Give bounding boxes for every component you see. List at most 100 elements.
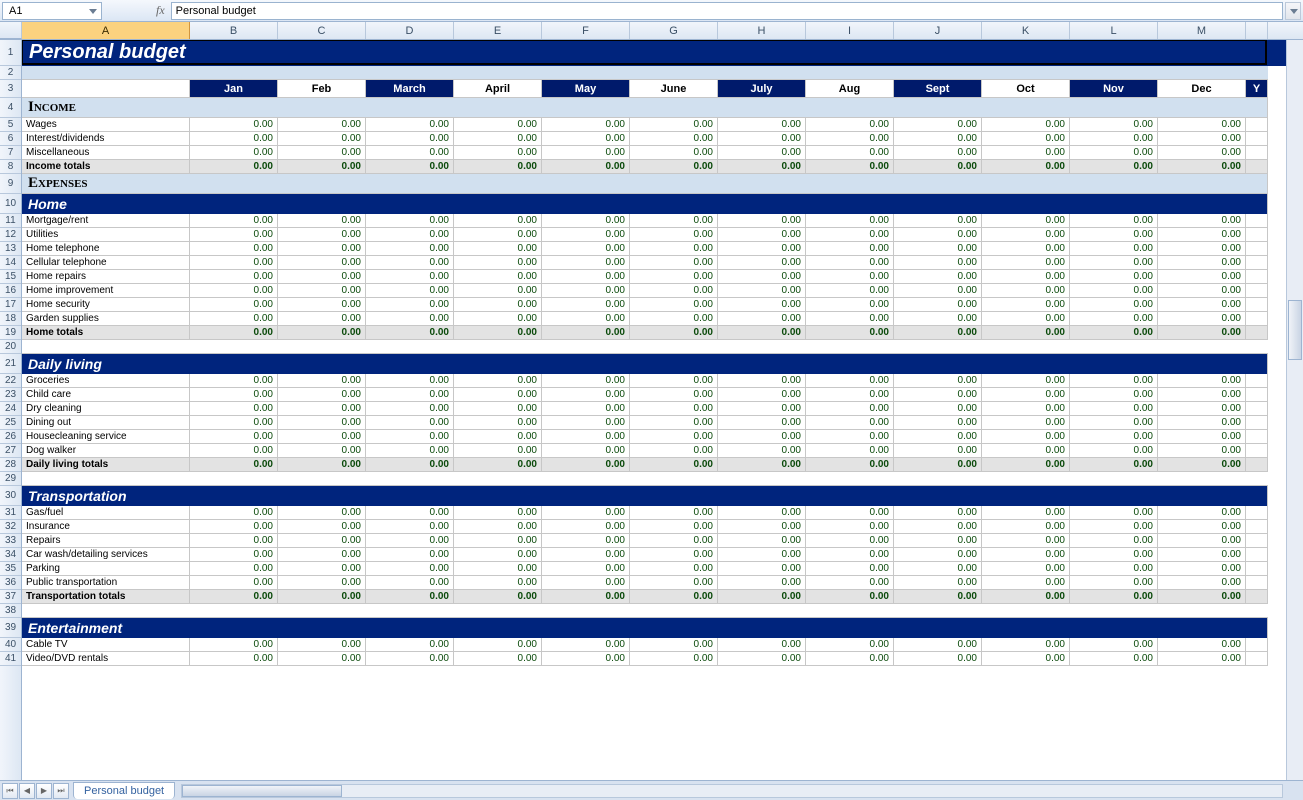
cell[interactable]: 0.00 bbox=[542, 374, 630, 388]
cell[interactable]: 0.00 bbox=[718, 458, 806, 472]
row-header-25[interactable]: 25 bbox=[0, 416, 21, 430]
cell[interactable]: 0.00 bbox=[1158, 146, 1246, 160]
cell[interactable] bbox=[1246, 638, 1268, 652]
cell[interactable]: 0.00 bbox=[894, 228, 982, 242]
cell[interactable]: 0.00 bbox=[454, 326, 542, 340]
cell[interactable]: 0.00 bbox=[982, 576, 1070, 590]
cell[interactable]: 0.00 bbox=[190, 374, 278, 388]
cell[interactable]: 0.00 bbox=[1158, 242, 1246, 256]
cell[interactable] bbox=[1246, 270, 1268, 284]
cell[interactable]: 0.00 bbox=[982, 590, 1070, 604]
row-header-9[interactable]: 9 bbox=[0, 174, 21, 194]
row-header-4[interactable]: 4 bbox=[0, 98, 21, 118]
cell[interactable]: 0.00 bbox=[1070, 132, 1158, 146]
cell[interactable]: 0.00 bbox=[278, 374, 366, 388]
cell[interactable]: 0.00 bbox=[542, 534, 630, 548]
cell[interactable]: 0.00 bbox=[542, 160, 630, 174]
cell[interactable]: 0.00 bbox=[278, 520, 366, 534]
cell[interactable]: 0.00 bbox=[806, 590, 894, 604]
cell[interactable]: 0.00 bbox=[454, 534, 542, 548]
cell[interactable]: 0.00 bbox=[718, 160, 806, 174]
cell[interactable]: 0.00 bbox=[454, 430, 542, 444]
cell[interactable]: 0.00 bbox=[1070, 506, 1158, 520]
cell[interactable]: 0.00 bbox=[806, 228, 894, 242]
column-header-I[interactable]: I bbox=[806, 22, 894, 39]
row-header-33[interactable]: 33 bbox=[0, 534, 21, 548]
sheet-area[interactable]: Personal budgetJanFebMarchAprilMayJuneJu… bbox=[22, 40, 1303, 780]
cell[interactable]: 0.00 bbox=[454, 652, 542, 666]
cell[interactable]: 0.00 bbox=[1158, 590, 1246, 604]
cell[interactable]: 0.00 bbox=[982, 146, 1070, 160]
cell[interactable]: 0.00 bbox=[190, 506, 278, 520]
cell[interactable]: 0.00 bbox=[1158, 652, 1246, 666]
cell[interactable]: 0.00 bbox=[278, 416, 366, 430]
cell[interactable]: 0.00 bbox=[630, 534, 718, 548]
cell[interactable]: 0.00 bbox=[454, 256, 542, 270]
cell[interactable]: 0.00 bbox=[1070, 242, 1158, 256]
row-label[interactable]: Insurance bbox=[22, 520, 190, 534]
cell[interactable]: 0.00 bbox=[806, 388, 894, 402]
cell[interactable]: 0.00 bbox=[630, 416, 718, 430]
cell[interactable]: 0.00 bbox=[1158, 444, 1246, 458]
cell[interactable] bbox=[1246, 256, 1268, 270]
cell[interactable]: 0.00 bbox=[806, 534, 894, 548]
row-header-14[interactable]: 14 bbox=[0, 256, 21, 270]
month-header[interactable]: Feb bbox=[278, 80, 366, 98]
cell[interactable]: 0.00 bbox=[190, 214, 278, 228]
cell[interactable]: 0.00 bbox=[718, 506, 806, 520]
cell[interactable]: 0.00 bbox=[190, 562, 278, 576]
cell[interactable]: 0.00 bbox=[542, 214, 630, 228]
cell[interactable]: 0.00 bbox=[1158, 458, 1246, 472]
cell[interactable]: 0.00 bbox=[366, 214, 454, 228]
month-header[interactable]: Sept bbox=[894, 80, 982, 98]
cell[interactable]: 0.00 bbox=[718, 312, 806, 326]
cell[interactable]: 0.00 bbox=[190, 146, 278, 160]
column-header-A[interactable]: A bbox=[22, 22, 190, 39]
cell[interactable]: 0.00 bbox=[630, 562, 718, 576]
row-header-41[interactable]: 41 bbox=[0, 652, 21, 666]
cell[interactable]: 0.00 bbox=[190, 590, 278, 604]
cell[interactable]: 0.00 bbox=[630, 312, 718, 326]
cell[interactable]: 0.00 bbox=[1070, 118, 1158, 132]
row-header-16[interactable]: 16 bbox=[0, 284, 21, 298]
cell[interactable]: 0.00 bbox=[1070, 402, 1158, 416]
spacer[interactable] bbox=[22, 340, 1268, 354]
row-label[interactable]: Income totals bbox=[22, 160, 190, 174]
cell[interactable]: 0.00 bbox=[454, 576, 542, 590]
cell[interactable] bbox=[1246, 118, 1268, 132]
cell[interactable]: 0.00 bbox=[982, 388, 1070, 402]
cell[interactable]: 0.00 bbox=[1070, 562, 1158, 576]
cell[interactable]: 0.00 bbox=[718, 214, 806, 228]
cell[interactable]: 0.00 bbox=[982, 458, 1070, 472]
spacer[interactable] bbox=[22, 604, 1268, 618]
cell[interactable]: 0.00 bbox=[454, 374, 542, 388]
cell[interactable] bbox=[1246, 590, 1268, 604]
cell[interactable]: 0.00 bbox=[718, 652, 806, 666]
cell[interactable]: 0.00 bbox=[366, 312, 454, 326]
row-header-39[interactable]: 39 bbox=[0, 618, 21, 638]
cell[interactable]: 0.00 bbox=[454, 146, 542, 160]
cell[interactable]: 0.00 bbox=[278, 506, 366, 520]
row-label[interactable]: Daily living totals bbox=[22, 458, 190, 472]
cell[interactable]: 0.00 bbox=[806, 638, 894, 652]
cell[interactable]: 0.00 bbox=[1070, 444, 1158, 458]
cell[interactable]: 0.00 bbox=[190, 228, 278, 242]
cell[interactable]: 0.00 bbox=[894, 326, 982, 340]
cell[interactable]: 0.00 bbox=[1158, 284, 1246, 298]
cell[interactable]: 0.00 bbox=[366, 374, 454, 388]
row-label[interactable]: Utilities bbox=[22, 228, 190, 242]
cell[interactable]: 0.00 bbox=[278, 160, 366, 174]
cell[interactable]: 0.00 bbox=[806, 326, 894, 340]
row-label[interactable]: Miscellaneous bbox=[22, 146, 190, 160]
cell[interactable]: 0.00 bbox=[630, 444, 718, 458]
cell[interactable]: 0.00 bbox=[366, 228, 454, 242]
cell[interactable]: 0.00 bbox=[718, 298, 806, 312]
cell[interactable]: 0.00 bbox=[630, 326, 718, 340]
cell[interactable]: 0.00 bbox=[718, 388, 806, 402]
category-daily[interactable]: Daily living bbox=[22, 354, 1268, 374]
cell[interactable]: 0.00 bbox=[982, 402, 1070, 416]
row-header-28[interactable]: 28 bbox=[0, 458, 21, 472]
cell[interactable]: 0.00 bbox=[190, 402, 278, 416]
cell[interactable]: 0.00 bbox=[1070, 214, 1158, 228]
month-header[interactable]: March bbox=[366, 80, 454, 98]
